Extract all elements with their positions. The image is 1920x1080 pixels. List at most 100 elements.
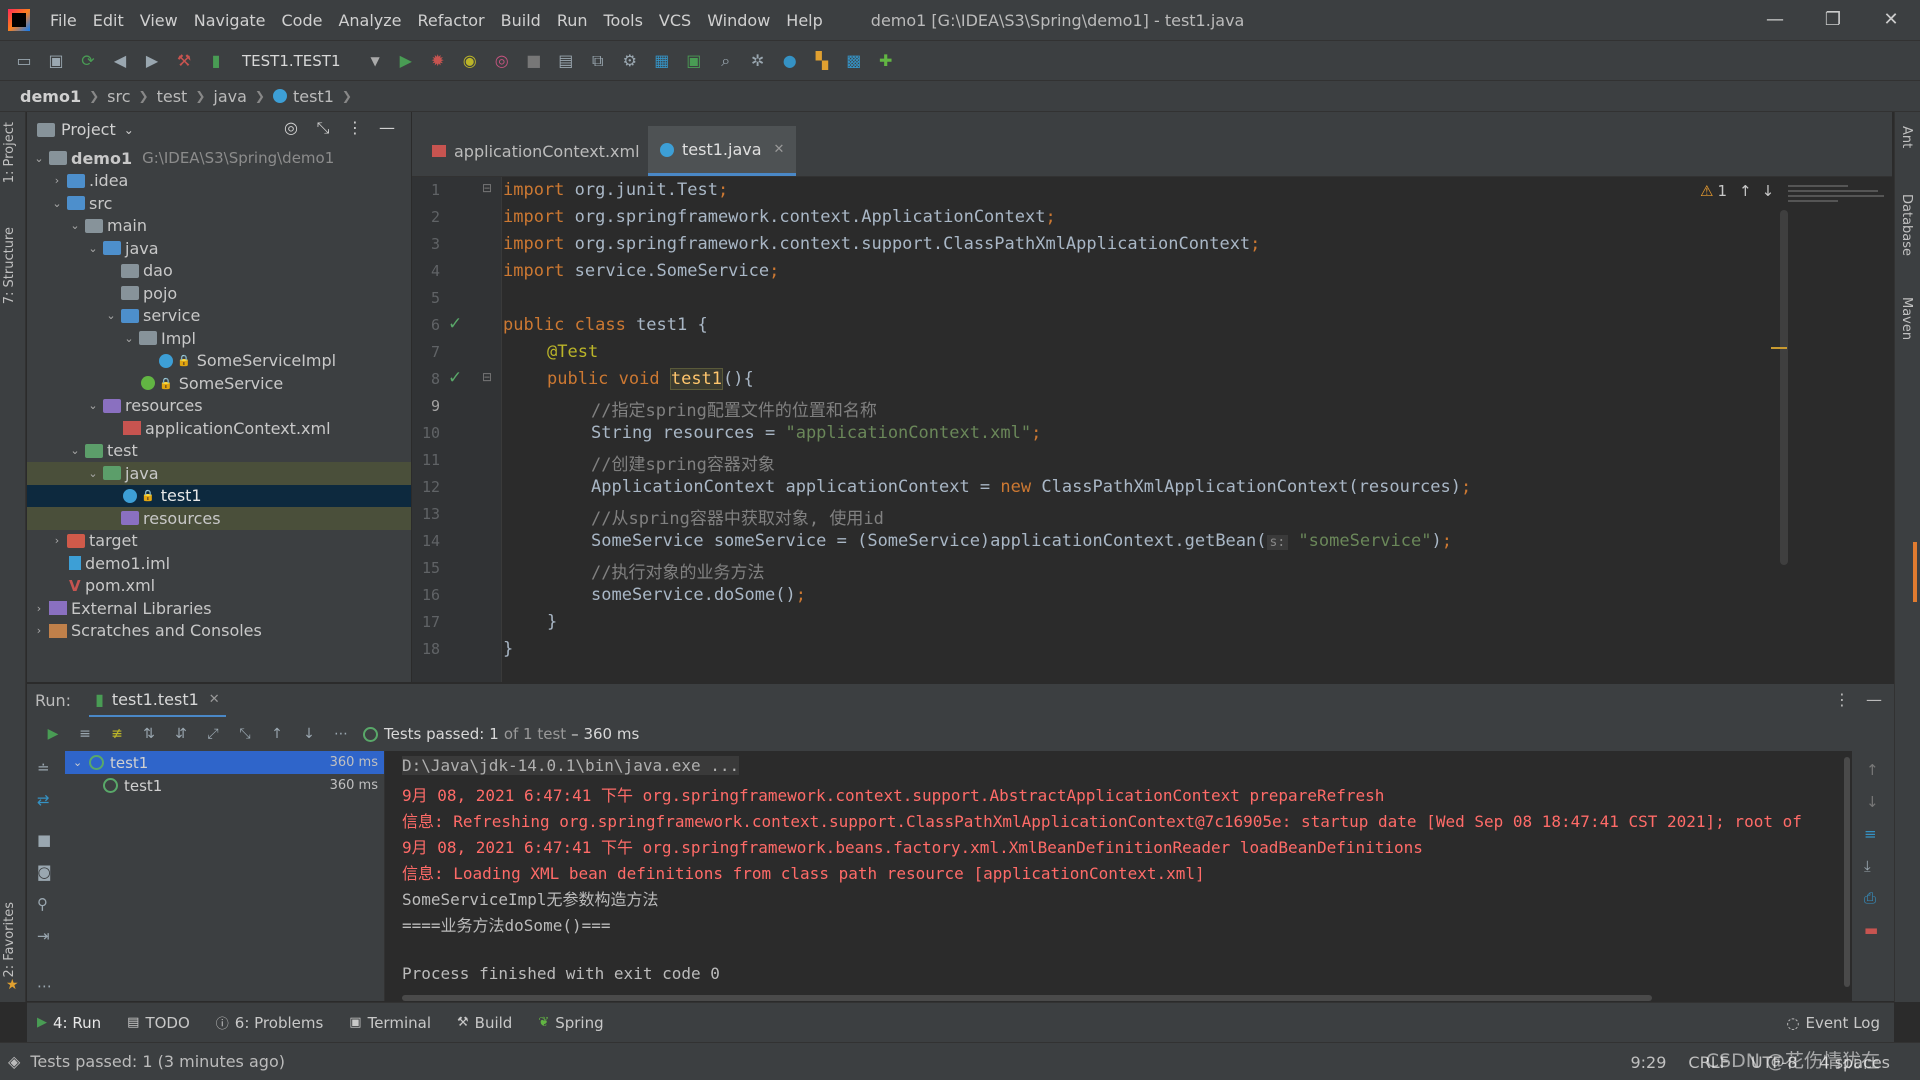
restore-button[interactable]: ❐ bbox=[1804, 0, 1862, 40]
search-icon[interactable]: ⌕ bbox=[713, 48, 739, 74]
forward-icon[interactable]: ▶ bbox=[139, 48, 165, 74]
terminal-icon[interactable]: ▣ bbox=[681, 48, 707, 74]
tree-row-test[interactable]: ⌄ test bbox=[27, 440, 411, 463]
structure-icon[interactable]: ▦ bbox=[649, 48, 675, 74]
close-tab-icon[interactable]: ✕ bbox=[774, 142, 785, 157]
breadcrumb-test1[interactable]: test1 bbox=[293, 87, 334, 106]
toggle-auto-test-icon[interactable]: ⇄ bbox=[37, 791, 50, 809]
hide-panel-icon[interactable]: — bbox=[1866, 690, 1882, 709]
database-icon[interactable]: ● bbox=[777, 48, 803, 74]
expand-arrow-icon[interactable]: ⌄ bbox=[85, 399, 101, 412]
scroll-up-icon[interactable]: ↑ bbox=[1866, 761, 1879, 779]
stop-icon[interactable]: ■ bbox=[521, 48, 547, 74]
console-hscrollbar[interactable] bbox=[402, 995, 1652, 1001]
tree-row-main-resources[interactable]: ⌄ resources bbox=[27, 395, 411, 418]
editor-scrollbar[interactable] bbox=[1780, 210, 1788, 565]
sync-icon[interactable]: ⟳ bbox=[75, 48, 101, 74]
run-test-gutter-icon[interactable]: ✓ bbox=[448, 314, 462, 334]
sort-duration-icon[interactable]: ⇵ bbox=[168, 721, 194, 747]
coverage-icon[interactable]: ◉ bbox=[457, 48, 483, 74]
collapse-all-icon[interactable]: ⤡ bbox=[307, 118, 339, 138]
hide-panel-icon[interactable]: — bbox=[371, 118, 403, 138]
breadcrumb-java[interactable]: java bbox=[213, 87, 247, 106]
tree-row-root[interactable]: ⌄ demo1 G:\IDEA\S3\Spring\demo1 bbox=[27, 147, 411, 170]
expand-arrow-icon[interactable]: ⌄ bbox=[85, 467, 101, 480]
favorites-tool-tab[interactable]: 2: Favorites bbox=[2, 902, 17, 978]
clear-all-icon[interactable]: ▬ bbox=[1864, 921, 1878, 939]
run-test-gutter-icon[interactable]: ✓ bbox=[448, 368, 462, 388]
more-icon[interactable]: ⋯ bbox=[37, 977, 52, 995]
warning-marker[interactable] bbox=[1771, 347, 1787, 349]
menu-window[interactable]: Window bbox=[699, 11, 778, 30]
menu-navigate[interactable]: Navigate bbox=[186, 11, 274, 30]
tree-row-target[interactable]: › target bbox=[27, 530, 411, 553]
settings-icon[interactable]: ⚙ bbox=[617, 48, 643, 74]
tree-row-someservice[interactable]: 🔒 SomeService bbox=[27, 372, 411, 395]
hammer-icon[interactable]: ⚒ bbox=[171, 48, 197, 74]
camera-icon[interactable]: ◙ bbox=[37, 863, 52, 881]
stop-icon[interactable]: ■ bbox=[37, 831, 51, 849]
fold-icon[interactable]: ⊟ bbox=[482, 370, 492, 384]
minimize-button[interactable]: — bbox=[1746, 0, 1804, 40]
menu-view[interactable]: View bbox=[132, 11, 186, 30]
more-options-icon[interactable]: ⋮ bbox=[339, 118, 371, 138]
open-folder-icon[interactable]: ▭ bbox=[11, 48, 37, 74]
more-icon[interactable]: ⋯ bbox=[328, 721, 354, 747]
tree-row-idea[interactable]: › .idea bbox=[27, 170, 411, 193]
collapse-arrow-icon[interactable]: › bbox=[49, 174, 65, 187]
database-tool-tab[interactable]: Database bbox=[1899, 194, 1914, 256]
more-options-icon[interactable]: ⋮ bbox=[1834, 690, 1850, 709]
puzzle-icon[interactable]: ✚ bbox=[873, 48, 899, 74]
breadcrumb-src[interactable]: src bbox=[107, 87, 130, 106]
tree-row-src[interactable]: ⌄ src bbox=[27, 192, 411, 215]
menu-code[interactable]: Code bbox=[274, 11, 331, 30]
menu-analyze[interactable]: Analyze bbox=[330, 11, 409, 30]
test-row-method[interactable]: test1 360 ms bbox=[65, 774, 384, 797]
menu-tools[interactable]: Tools bbox=[596, 11, 651, 30]
expand-arrow-icon[interactable]: ⌄ bbox=[103, 309, 119, 322]
menu-help[interactable]: Help bbox=[778, 11, 830, 30]
caret-position[interactable]: 9:29 bbox=[1630, 1053, 1666, 1072]
tree-row-dao[interactable]: dao bbox=[27, 260, 411, 283]
maven-tool-tab[interactable]: Maven bbox=[1899, 297, 1914, 340]
project-tool-tab[interactable]: 1: Project bbox=[2, 122, 17, 183]
scroll-to-end-icon[interactable]: ⤓ bbox=[1864, 857, 1871, 875]
tab-applicationcontext-xml[interactable]: applicationContext.xml ✕ bbox=[420, 126, 674, 176]
project-view-selector[interactable]: Project bbox=[61, 120, 116, 139]
build-artifact-icon[interactable]: ▤ bbox=[553, 48, 579, 74]
show-ignored-icon[interactable]: ≢ bbox=[104, 721, 130, 747]
status-message[interactable]: Tests passed: 1 (3 minutes ago) bbox=[30, 1052, 285, 1071]
sort-alpha-icon[interactable]: ⇅ bbox=[136, 721, 162, 747]
soft-wrap-icon[interactable]: ≡ bbox=[1864, 825, 1877, 843]
profile-icon[interactable]: ◎ bbox=[489, 48, 515, 74]
save-icon[interactable]: ▣ bbox=[43, 48, 69, 74]
expand-arrow-icon[interactable]: ⌄ bbox=[67, 219, 83, 232]
tree-row-test-resources[interactable]: resources bbox=[27, 507, 411, 530]
expand-arrow-icon[interactable]: ⌄ bbox=[49, 197, 65, 210]
attach-icon[interactable]: ⧉ bbox=[585, 48, 611, 74]
collapse-arrow-icon[interactable]: › bbox=[49, 534, 65, 547]
console-vscrollbar[interactable] bbox=[1844, 757, 1850, 987]
tool-tab-run[interactable]: ▶ 4: Run bbox=[37, 1014, 101, 1032]
tool-tab-todo[interactable]: ▤ TODO bbox=[127, 1014, 190, 1032]
prev-failed-icon[interactable]: ↑ bbox=[264, 721, 290, 747]
chevron-down-icon[interactable]: ⌄ bbox=[124, 123, 134, 137]
menu-run[interactable]: Run bbox=[549, 11, 596, 30]
tree-row-service[interactable]: ⌄ service bbox=[27, 305, 411, 328]
close-window-button[interactable]: ✕ bbox=[1862, 0, 1920, 40]
tree-row-main-java[interactable]: ⌄ java bbox=[27, 237, 411, 260]
event-log-button[interactable]: ◌ Event Log bbox=[1786, 1014, 1880, 1032]
tree-row-scratches[interactable]: › Scratches and Consoles bbox=[27, 620, 411, 643]
breadcrumb-test[interactable]: test bbox=[157, 87, 188, 106]
menu-file[interactable]: File bbox=[42, 11, 85, 30]
rerun-icon[interactable]: ▶ bbox=[40, 721, 66, 747]
tool-tab-build[interactable]: ⚒ Build bbox=[457, 1014, 512, 1032]
next-failed-icon[interactable]: ↓ bbox=[296, 721, 322, 747]
tree-row-pojo[interactable]: pojo bbox=[27, 282, 411, 305]
collapse-arrow-icon[interactable]: › bbox=[31, 602, 47, 615]
tree-row-iml[interactable]: demo1.iml bbox=[27, 552, 411, 575]
print-icon[interactable]: ⎙ bbox=[1864, 889, 1876, 907]
run-tab-test1[interactable]: ▮ test1.test1 ✕ bbox=[89, 684, 226, 718]
tool-tab-terminal[interactable]: ▣ Terminal bbox=[349, 1014, 431, 1032]
locate-icon[interactable]: ◎ bbox=[275, 118, 307, 138]
